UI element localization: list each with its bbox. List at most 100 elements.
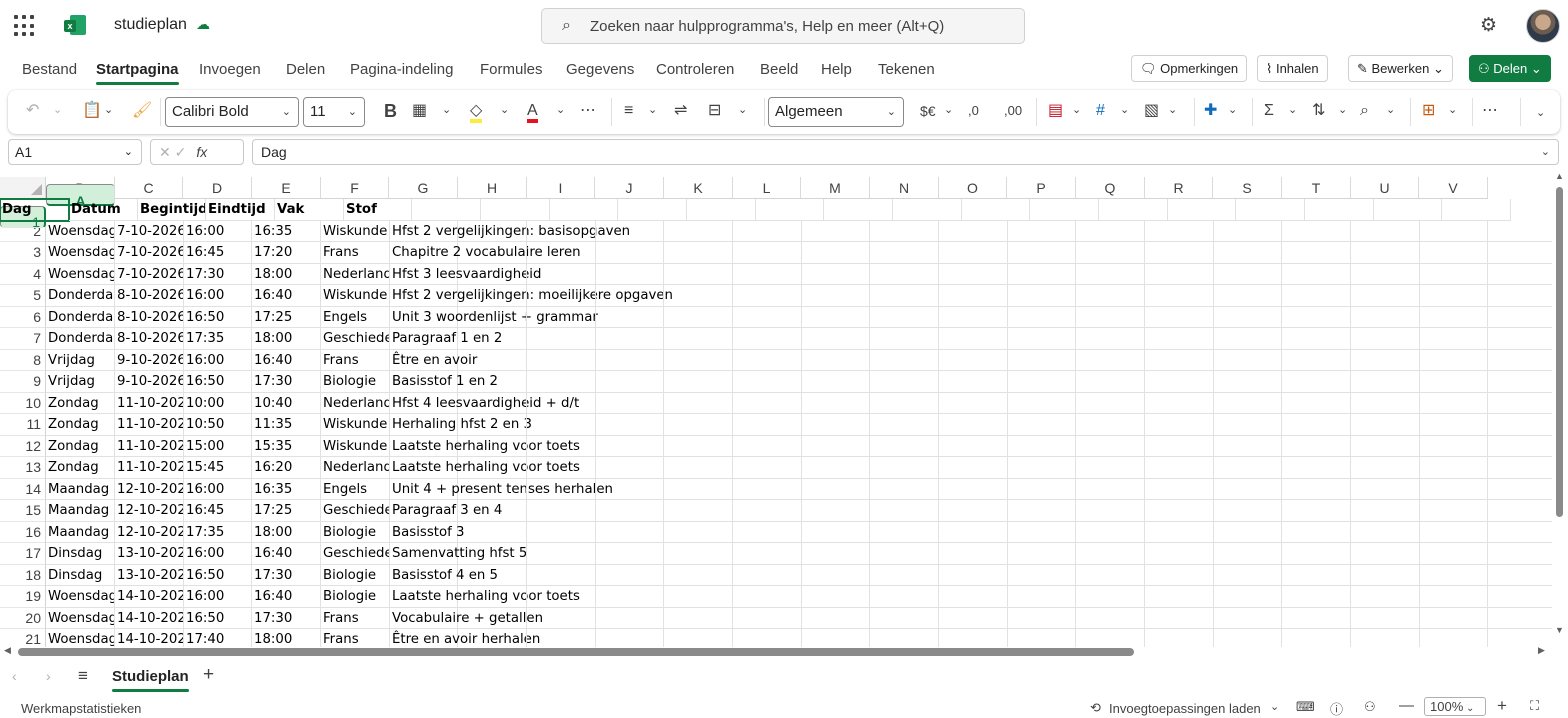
cell-m10[interactable] [870, 392, 939, 414]
cell-l17[interactable] [802, 543, 870, 565]
cell-s1[interactable] [1236, 199, 1305, 221]
cell-p13[interactable] [1076, 457, 1145, 479]
feedback-icon[interactable]: ⚇ [1364, 699, 1376, 715]
cell-n4[interactable] [939, 263, 1008, 285]
cell-q6[interactable] [1145, 306, 1214, 328]
cell-m18[interactable] [870, 564, 939, 586]
cell-p5[interactable] [1076, 285, 1145, 307]
cell-u14[interactable] [1420, 478, 1488, 500]
cell-i13[interactable] [596, 457, 664, 479]
cell-c17[interactable]: 16:00 [184, 543, 252, 565]
cell-h16[interactable] [527, 521, 596, 543]
cell-p11[interactable] [1076, 414, 1145, 436]
cell-u9[interactable] [1420, 371, 1488, 393]
chevron-down-icon[interactable]: ⌄ [738, 103, 747, 116]
cell-o7[interactable] [1008, 328, 1076, 350]
borders-icon[interactable]: ▦ [412, 102, 427, 120]
cell-j18[interactable] [664, 564, 733, 586]
cell-k16[interactable] [733, 521, 802, 543]
cell-v18[interactable] [1488, 565, 1552, 586]
cell-f15[interactable]: Paragraaf 3 en 4 [390, 500, 502, 522]
cell-r4[interactable] [1214, 263, 1282, 285]
cell-r20[interactable] [1214, 607, 1282, 629]
cell-k13[interactable] [733, 457, 802, 479]
cell-l12[interactable] [802, 435, 870, 457]
chevron-down-icon[interactable]: ⌄ [1168, 103, 1177, 116]
bold-button[interactable]: B [384, 102, 397, 120]
cell-d1[interactable]: Eindtijd [206, 199, 275, 221]
cell-q13[interactable] [1145, 457, 1214, 479]
cell-s15[interactable] [1282, 500, 1351, 522]
cell-o13[interactable] [1008, 457, 1076, 479]
cell-h6[interactable] [527, 306, 596, 328]
cell-b10[interactable]: 11-10-202 [115, 392, 184, 414]
cell-g1[interactable] [412, 199, 481, 221]
cell-t1[interactable] [1305, 199, 1374, 221]
cell-n20[interactable] [939, 607, 1008, 629]
chevron-down-icon[interactable]: ⌄ [944, 103, 953, 116]
cell-m1[interactable] [824, 199, 893, 221]
cell-a17[interactable]: Dinsdag [46, 543, 115, 565]
merge-center-icon[interactable]: ⊟ [708, 102, 721, 120]
cell-s3[interactable] [1282, 242, 1351, 264]
cell-h3[interactable] [527, 242, 596, 264]
cell-n11[interactable] [939, 414, 1008, 436]
row-header[interactable]: 19 [0, 586, 46, 608]
cell-q9[interactable] [1145, 371, 1214, 393]
sort-filter-icon[interactable]: ⇅ [1312, 102, 1325, 120]
cell-s9[interactable] [1282, 371, 1351, 393]
cell-m12[interactable] [870, 435, 939, 457]
cell-i7[interactable] [596, 328, 664, 350]
cell-e12[interactable]: Wiskunde [321, 435, 390, 457]
edit-mode-button[interactable]: ✎ Bewerken ⌄ [1348, 55, 1453, 82]
cell-v13[interactable] [1488, 457, 1552, 479]
cell-c16[interactable]: 17:35 [184, 521, 252, 543]
cell-p6[interactable] [1076, 306, 1145, 328]
cell-r13[interactable] [1214, 457, 1282, 479]
cell-u20[interactable] [1420, 607, 1488, 629]
cell-d12[interactable]: 15:35 [252, 435, 321, 457]
horizontal-scroll-thumb[interactable] [18, 648, 1134, 656]
row-header[interactable]: 7 [0, 328, 46, 350]
cell-e4[interactable]: Nederland [321, 263, 390, 285]
chevron-down-icon[interactable]: ⌄ [442, 103, 451, 116]
cell-r5[interactable] [1214, 285, 1282, 307]
chevron-down-icon[interactable]: ⌄ [53, 103, 62, 116]
excel-logo-icon[interactable]: x [64, 15, 86, 37]
cell-l13[interactable] [802, 457, 870, 479]
cell-i4[interactable] [596, 263, 664, 285]
cell-u4[interactable] [1420, 263, 1488, 285]
cell-c3[interactable]: 16:45 [184, 242, 252, 264]
cell-e2[interactable]: Wiskunde [321, 220, 390, 242]
cell-c13[interactable]: 15:45 [184, 457, 252, 479]
cell-b8[interactable]: 9-10-2026 [115, 349, 184, 371]
cell-c4[interactable]: 17:30 [184, 263, 252, 285]
horizontal-scrollbar[interactable]: ◀ ▶ [0, 645, 1552, 659]
cell-c19[interactable]: 16:00 [184, 586, 252, 608]
cell-b20[interactable]: 14-10-202 [115, 607, 184, 629]
cell-v16[interactable] [1488, 522, 1552, 543]
cell-a11[interactable]: Zondag [46, 414, 115, 436]
cell-b18[interactable]: 13-10-202 [115, 564, 184, 586]
cell-f19[interactable]: Laatste herhaling voor toets [390, 586, 580, 608]
chevron-down-icon[interactable]: ⌄ [1120, 103, 1129, 116]
row-header[interactable]: 8 [0, 349, 46, 371]
chevron-down-icon[interactable]: ⌄ [1338, 103, 1347, 116]
cell-t8[interactable] [1351, 349, 1420, 371]
cell-k17[interactable] [733, 543, 802, 565]
cell-h1[interactable] [481, 199, 550, 221]
cell-l19[interactable] [802, 586, 870, 608]
zoom-select[interactable]: 100% ⌄ [1424, 697, 1486, 716]
cell-g2[interactable] [458, 220, 527, 242]
cell-m5[interactable] [870, 285, 939, 307]
share-button[interactable]: ⚇ Delen ⌄ [1469, 55, 1551, 82]
row-header[interactable]: 12 [0, 435, 46, 457]
cell-c14[interactable]: 16:00 [184, 478, 252, 500]
cell-s2[interactable] [1282, 220, 1351, 242]
column-header-n[interactable]: N [870, 177, 939, 199]
vertical-scrollbar[interactable]: ▲ ▼ [1552, 171, 1568, 647]
cell-k10[interactable] [733, 392, 802, 414]
cell-j13[interactable] [664, 457, 733, 479]
cell-m4[interactable] [870, 263, 939, 285]
cell-c15[interactable]: 16:45 [184, 500, 252, 522]
